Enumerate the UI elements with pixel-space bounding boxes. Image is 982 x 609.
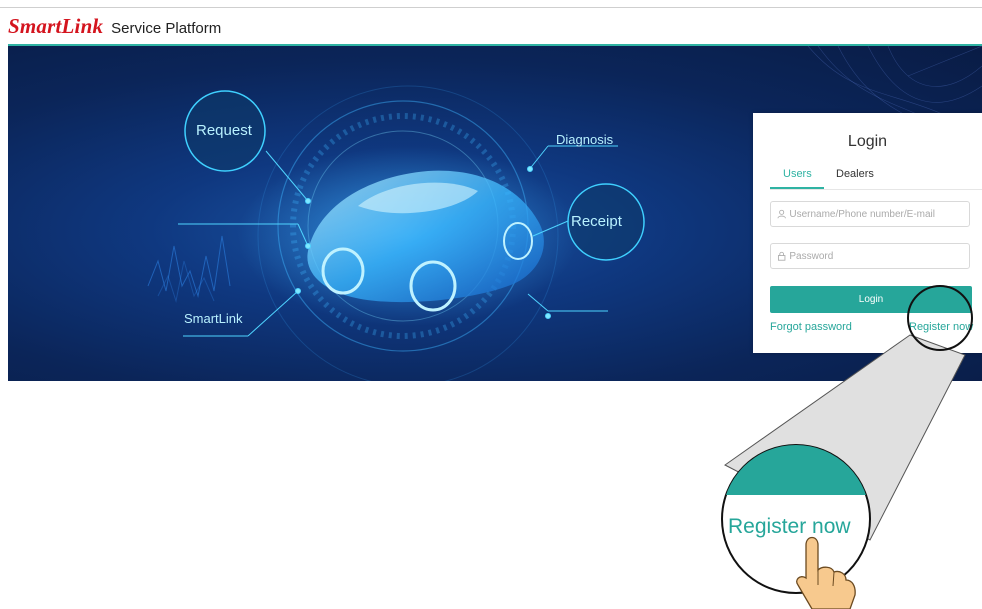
tab-dealers[interactable]: Dealers	[836, 168, 874, 180]
page-header: SmartLink Service Platform	[8, 14, 221, 40]
tab-users[interactable]: Users	[783, 168, 812, 180]
zoomed-login-button	[722, 445, 870, 495]
username-field[interactable]	[770, 201, 970, 227]
diagnosis-label: Diagnosis	[556, 132, 614, 147]
user-icon	[777, 209, 786, 219]
lock-icon	[777, 251, 786, 261]
forgot-password-link[interactable]: Forgot password	[770, 321, 852, 333]
login-title: Login	[847, 133, 888, 150]
large-magnifier-circle	[721, 444, 871, 594]
zoomed-register-text: Register now	[728, 515, 851, 538]
page-title: Service Platform	[111, 20, 222, 37]
register-now-link[interactable]: Register now	[909, 321, 973, 333]
password-field[interactable]	[770, 243, 970, 269]
brand-logo[interactable]: SmartLink	[8, 14, 103, 39]
password-input[interactable]	[786, 250, 969, 262]
smartlink-label: SmartLink	[184, 311, 243, 326]
login-panel: Login Users Dealers Login Forgot passwor…	[753, 113, 982, 353]
username-input[interactable]	[786, 208, 969, 220]
hand-pointer-icon	[796, 536, 856, 609]
top-divider	[0, 7, 982, 8]
request-label: Request	[196, 122, 252, 139]
login-button[interactable]: Login	[770, 286, 972, 313]
waveform-decoration	[147, 235, 231, 303]
tab-divider	[770, 189, 982, 190]
receipt-label: Receipt	[571, 213, 622, 230]
